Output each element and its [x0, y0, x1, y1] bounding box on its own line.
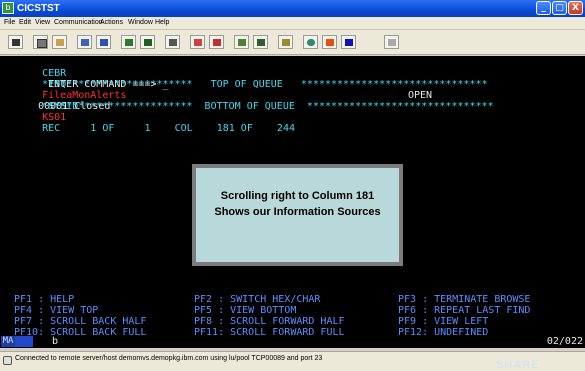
- macro-icon[interactable]: [234, 35, 249, 49]
- pf-key-pf5: PF5 : VIEW BOTTOM: [194, 305, 297, 316]
- send-icon[interactable]: [77, 35, 92, 49]
- callout-line-1: Scrolling right to Column 181: [220, 190, 375, 202]
- oia-cursor-block: [15, 336, 33, 347]
- share-logo: SHARE: [496, 359, 540, 371]
- session-app-icon[interactable]: b: [2, 2, 14, 14]
- callout-box: Scrolling right to Column 181 Shows our …: [192, 164, 403, 266]
- play-icon[interactable]: [190, 35, 205, 49]
- close-button[interactable]: X: [568, 1, 583, 15]
- menu-edit[interactable]: Edit: [19, 18, 31, 28]
- paste-icon[interactable]: [52, 35, 67, 49]
- window-title: CICSTST: [17, 3, 60, 14]
- record-value: OPEN: [408, 90, 433, 101]
- menu-file[interactable]: File: [4, 18, 15, 28]
- maximize-button[interactable]: □: [552, 1, 567, 15]
- connection-status: Connected to remote server/host demomvs.…: [15, 355, 323, 362]
- record-icon[interactable]: [165, 35, 180, 49]
- pf-key-pf2: PF2 : SWITCH HEX/CHAR: [194, 294, 321, 305]
- connection-icon: [3, 356, 12, 365]
- pf-key-pf6: PF6 : REPEAT LAST FIND: [398, 305, 531, 316]
- minimize-button[interactable]: _: [536, 1, 551, 15]
- top-of-queue-line: ************************* TOP OF QUEUE *…: [42, 79, 488, 90]
- cursor-position: 02/022: [546, 336, 583, 347]
- pf-key-pf11: PF11: SCROLL FORWARD FULL: [194, 327, 345, 336]
- print-icon[interactable]: [8, 35, 23, 49]
- stop-icon[interactable]: [209, 35, 224, 49]
- keypad-icon[interactable]: [140, 35, 155, 49]
- bottom-of-queue-line: ************************* BOTTOM OF QUEU…: [42, 101, 494, 112]
- blue-square-icon[interactable]: [341, 35, 356, 49]
- globe-icon[interactable]: [303, 35, 318, 49]
- callout-line-2: Shows our Information Sources: [214, 206, 381, 218]
- disk-icon[interactable]: [278, 35, 293, 49]
- pf-key-pf3: PF3 : TERMINATE BROWSE: [398, 294, 531, 305]
- copy-icon[interactable]: [33, 35, 48, 49]
- operator-info-area: MA b 02/022: [0, 336, 585, 348]
- pf-key-pf1: PF1 : HELP: [14, 294, 75, 305]
- pf-key-pf10: PF10: SCROLL BACK FULL: [14, 327, 147, 336]
- paint-icon[interactable]: [384, 35, 399, 49]
- menu-bar: File Edit View Communication Actions Win…: [0, 17, 585, 30]
- menu-window[interactable]: Window: [128, 18, 153, 28]
- display-icon[interactable]: [121, 35, 136, 49]
- title-bar[interactable]: b CICSTST _ □ X: [0, 0, 585, 17]
- header-record-status: REC 1 OF 1 COL 181 OF 244: [42, 123, 295, 134]
- receive-icon[interactable]: [96, 35, 111, 49]
- pf-key-pf9: PF9 : VIEW LEFT: [398, 316, 489, 327]
- emulator-window: b CICSTST _ □ X File Edit View Communica…: [0, 0, 585, 371]
- oia-indicator: MA: [1, 336, 15, 347]
- pf-key-pf7: PF7 : SCROLL BACK HALF: [14, 316, 147, 327]
- oia-session-id: b: [52, 336, 59, 347]
- run-macro-icon[interactable]: [253, 35, 268, 49]
- menu-communication[interactable]: Communication: [54, 18, 103, 28]
- pf-key-pf4: PF4 : VIEW TOP: [14, 305, 99, 316]
- menu-view[interactable]: View: [35, 18, 50, 28]
- pf-key-pf8: PF8 : SCROLL FORWARD HALF: [194, 316, 345, 327]
- toolbar: [0, 30, 585, 55]
- color-icon[interactable]: [322, 35, 337, 49]
- menu-actions[interactable]: Actions: [100, 18, 123, 28]
- menu-help[interactable]: Help: [155, 18, 169, 28]
- pf-key-pf12: PF12: UNDEFINED: [398, 327, 489, 336]
